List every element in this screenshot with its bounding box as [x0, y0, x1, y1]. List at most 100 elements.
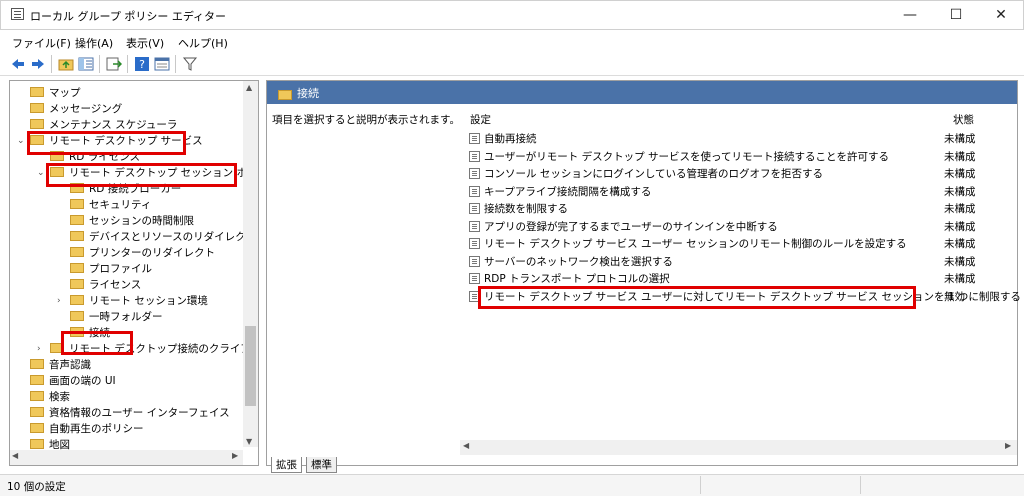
tree-item-label: メッセージング	[49, 103, 123, 115]
expanded-chevron-icon[interactable]: ⌄	[17, 133, 25, 149]
menu-view[interactable]: 表示(V)	[126, 35, 164, 51]
tree-item[interactable]: 資格情報のユーザー インターフェイス	[30, 405, 230, 421]
scroll-right-icon[interactable]: ▶	[1005, 441, 1011, 450]
scroll-left-icon[interactable]: ◀	[12, 451, 18, 460]
details-header-title: 接続	[297, 87, 319, 100]
tree-item-label: リモート セッション環境	[89, 295, 208, 307]
column-header-setting[interactable]: 設定	[470, 112, 491, 127]
policy-row-state: 未構成	[944, 238, 976, 250]
toolbar-separator	[51, 55, 52, 73]
tree-item[interactable]: 自動再生のポリシー	[30, 421, 144, 437]
tree-item-label: 一時フォルダー	[89, 311, 163, 323]
folder-icon	[30, 375, 44, 385]
policy-row-label[interactable]: アプリの登録が完了するまでユーザーのサインインを中断する	[484, 219, 778, 234]
tree-item[interactable]: メッセージング	[30, 101, 122, 117]
folder-icon	[70, 231, 84, 241]
collapsed-chevron-icon[interactable]: ›	[57, 293, 61, 309]
policy-setting-icon	[469, 273, 480, 284]
tree-item[interactable]: 画面の端の UI	[30, 373, 116, 389]
minimize-button[interactable]: —	[887, 0, 933, 30]
tree-scroll-thumb[interactable]	[245, 326, 256, 406]
back-icon[interactable]	[10, 56, 26, 72]
folder-icon	[70, 295, 84, 305]
tree-item-label: セキュリティ	[89, 199, 152, 211]
tree-item[interactable]: セッションの時間制限	[70, 213, 194, 229]
policy-row-label[interactable]: RDP トランスポート プロトコルの選択	[484, 271, 670, 286]
tab-extended[interactable]: 拡張	[271, 457, 302, 473]
policy-row-state: 未構成	[944, 133, 976, 145]
folder-icon	[30, 359, 44, 369]
tree-item[interactable]: 検索	[30, 389, 70, 405]
export-list-icon[interactable]	[106, 56, 123, 72]
menu-file[interactable]: ファイル(F)	[12, 35, 71, 51]
policy-row-state: 未構成	[944, 220, 976, 233]
show-hide-tree-icon[interactable]	[78, 56, 94, 72]
collapsed-chevron-icon[interactable]: ›	[37, 341, 41, 357]
status-separator	[700, 476, 701, 494]
tree-item[interactable]: マップ	[30, 85, 81, 101]
tab-standard[interactable]: 標準	[306, 457, 337, 473]
policy-row-state: 未構成	[944, 255, 976, 268]
folder-icon	[70, 247, 84, 257]
folder-icon	[30, 391, 44, 401]
policy-row-label[interactable]: コンソール セッションにログインしている管理者のログオフを拒否する	[484, 166, 823, 181]
policy-row-label[interactable]: キープアライブ接続間隔を構成する	[484, 184, 651, 199]
tree-item-label: 資格情報のユーザー インターフェイス	[49, 407, 230, 419]
tree-item[interactable]: › リモート セッション環境	[57, 293, 208, 309]
folder-icon	[30, 87, 44, 97]
tree-item-label: メンテナンス スケジューラ	[49, 119, 178, 131]
expanded-chevron-icon[interactable]: ⌄	[37, 165, 45, 181]
policy-row-label[interactable]: リモート デスクトップ サービス ユーザー セッションのリモート制御のルールを設…	[484, 236, 907, 251]
highlight-limit-session	[478, 286, 916, 309]
tree-item[interactable]: 音声認識	[30, 357, 91, 373]
tree-item-label: プリンターのリダイレクト	[89, 247, 215, 259]
close-button[interactable]: ✕	[978, 0, 1024, 30]
folder-icon	[70, 199, 84, 209]
up-folder-icon[interactable]	[58, 56, 74, 72]
maximize-button[interactable]: ☐	[933, 0, 979, 30]
folder-icon	[30, 103, 44, 113]
folder-icon	[70, 215, 84, 225]
tree-item-label: プロファイル	[89, 263, 152, 275]
tree-item[interactable]: デバイスとリソースのリダイレクト	[70, 229, 256, 245]
status-bar	[0, 474, 1024, 496]
scroll-down-icon[interactable]: ▼	[246, 437, 252, 446]
folder-icon	[70, 279, 84, 289]
policy-row-label[interactable]: ユーザーがリモート デスクトップ サービスを使ってリモート接続することを許可する	[484, 149, 889, 164]
policy-row-label[interactable]: サーバーのネットワーク検出を選択する	[484, 254, 673, 269]
details-horizontal-scrollbar[interactable]	[460, 440, 1017, 455]
tree-item-label: 音声認識	[49, 359, 91, 371]
filter-icon[interactable]	[182, 56, 198, 72]
policy-setting-icon	[469, 150, 480, 162]
tree-item[interactable]: 一時フォルダー	[70, 309, 163, 325]
menu-help[interactable]: ヘルプ(H)	[178, 35, 228, 51]
menu-action[interactable]: 操作(A)	[75, 35, 113, 51]
tree-item[interactable]: プリンターのリダイレクト	[70, 245, 215, 261]
tree-item-label: ライセンス	[89, 279, 142, 291]
policy-setting-icon	[469, 168, 480, 179]
policy-row-label[interactable]: 自動再接続	[484, 131, 537, 146]
tree-item[interactable]: プロファイル	[70, 261, 152, 277]
policy-row-state: 未構成	[944, 168, 976, 180]
scroll-up-icon[interactable]: ▲	[246, 83, 252, 92]
highlight-session-host	[46, 163, 237, 187]
policy-setting-icon	[469, 238, 480, 249]
window-title: ローカル グループ ポリシー エディター	[30, 10, 227, 23]
folder-icon	[278, 90, 292, 100]
tree-horizontal-scrollbar[interactable]	[10, 450, 243, 465]
highlight-rds	[27, 131, 186, 155]
folder-icon	[30, 407, 44, 417]
tree-item-label: デバイスとリソースのリダイレクト	[89, 231, 257, 243]
help-icon[interactable]: ?	[134, 56, 150, 72]
column-header-state[interactable]: 状態	[953, 112, 974, 127]
tree-item[interactable]: セキュリティ	[70, 197, 151, 213]
highlight-connection	[61, 331, 133, 355]
forward-icon[interactable]	[30, 56, 46, 72]
properties-icon[interactable]	[154, 56, 170, 72]
folder-icon	[30, 423, 44, 433]
tree-item[interactable]: ライセンス	[70, 277, 141, 293]
policy-setting-icon	[469, 133, 480, 144]
policy-row-label[interactable]: 接続数を制限する	[484, 201, 568, 216]
scroll-right-icon[interactable]: ▶	[232, 451, 238, 460]
scroll-left-icon[interactable]: ◀	[463, 441, 469, 450]
